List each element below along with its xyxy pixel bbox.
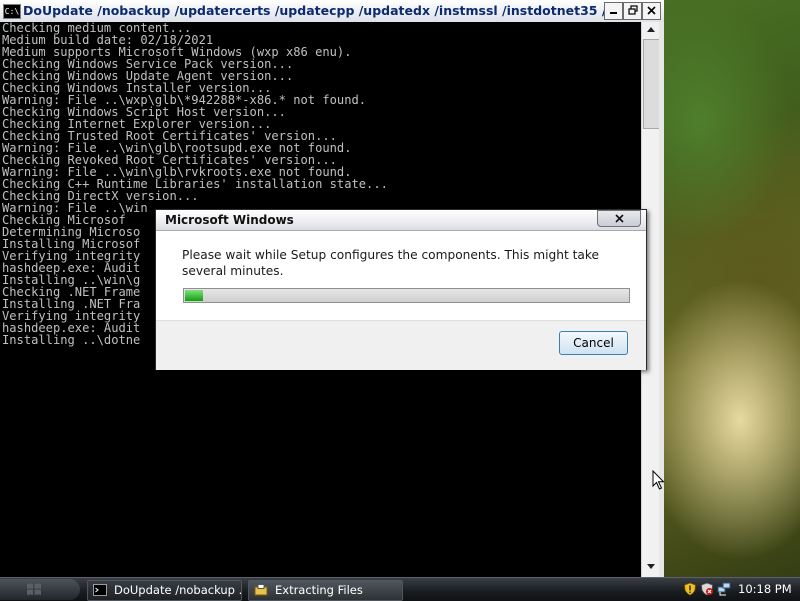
restore-icon xyxy=(627,5,638,15)
close-button[interactable] xyxy=(642,2,661,20)
progress-bar xyxy=(183,288,630,303)
console-window-title: DoUpdate /nobackup /updatercerts /update… xyxy=(23,3,608,18)
mouse-cursor-icon xyxy=(652,470,665,490)
scroll-down-button[interactable] xyxy=(642,560,660,577)
scroll-thumb[interactable] xyxy=(643,39,660,129)
console-titlebar[interactable]: C:\ DoUpdate /nobackup /updatercerts /up… xyxy=(0,0,664,23)
arrow-down-icon xyxy=(647,564,655,569)
scroll-up-button[interactable] xyxy=(642,22,660,39)
start-button[interactable] xyxy=(0,579,80,600)
window-border xyxy=(659,22,664,577)
installer-icon xyxy=(254,584,268,596)
close-icon xyxy=(647,6,656,15)
cancel-button[interactable]: Cancel xyxy=(559,331,628,355)
windows-logo-icon xyxy=(27,583,41,595)
security-alert-icon[interactable] xyxy=(700,582,714,596)
shield-icon[interactable] xyxy=(683,582,697,596)
taskbar-item-label: DoUpdate /nobackup ... xyxy=(114,583,242,597)
taskbar-item-label: Extracting Files xyxy=(275,583,363,597)
clock[interactable]: 10:18 PM xyxy=(738,582,792,596)
network-icon[interactable] xyxy=(717,582,731,596)
dialog-content: Please wait while Setup configures the c… xyxy=(156,231,646,319)
close-icon xyxy=(614,214,624,223)
setup-dialog: Microsoft Windows Please wait while Setu… xyxy=(155,209,647,370)
dialog-footer: Cancel xyxy=(156,320,646,370)
arrow-up-icon xyxy=(647,27,655,32)
dialog-close-button[interactable] xyxy=(597,210,641,227)
console-icon xyxy=(93,584,107,596)
console-app-icon: C:\ xyxy=(3,4,21,19)
system-tray: 10:18 PM xyxy=(676,579,800,600)
restore-button[interactable] xyxy=(623,2,642,20)
taskbar-item-console[interactable]: DoUpdate /nobackup ... xyxy=(87,580,242,601)
minimize-button[interactable] xyxy=(604,2,623,20)
dialog-message: Please wait while Setup configures the c… xyxy=(182,248,600,278)
progress-fill xyxy=(185,290,203,301)
dialog-title: Microsoft Windows xyxy=(165,213,294,227)
dialog-titlebar[interactable]: Microsoft Windows xyxy=(156,210,646,231)
taskbar: DoUpdate /nobackup ... Extracting Files … xyxy=(0,577,800,601)
minimize-icon xyxy=(610,12,617,14)
taskbar-item-extracting[interactable]: Extracting Files xyxy=(248,580,403,601)
